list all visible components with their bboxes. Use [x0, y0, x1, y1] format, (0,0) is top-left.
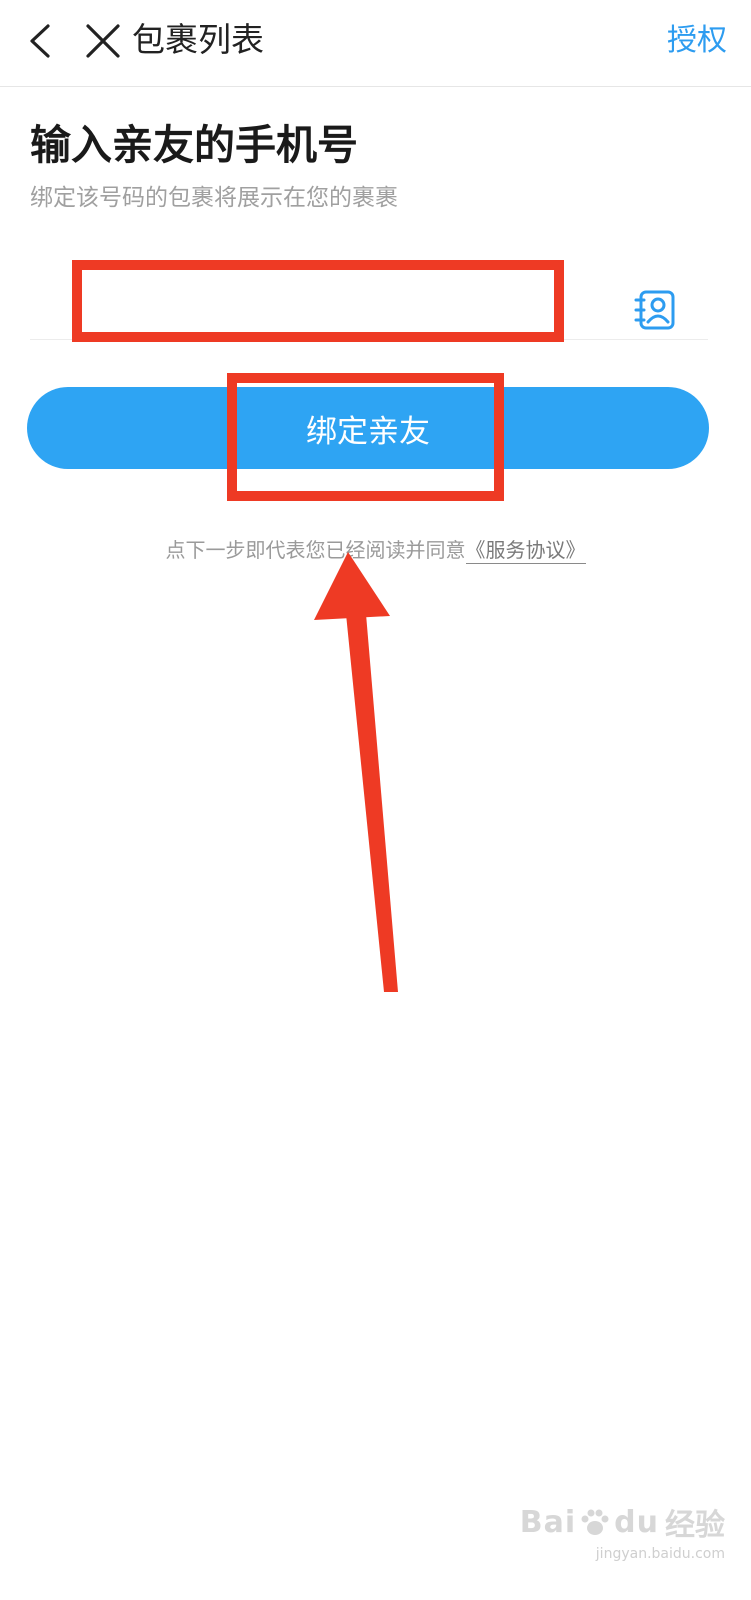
authorize-button[interactable]: 授权 — [667, 18, 727, 64]
service-agreement-link[interactable]: 《服务协议》 — [465, 538, 586, 564]
page-subtitle: 绑定该号码的包裹将展示在您的裹裹 — [30, 185, 398, 211]
close-button[interactable] — [80, 18, 126, 64]
close-icon — [86, 24, 120, 58]
back-button[interactable] — [22, 18, 62, 64]
chevron-left-icon — [30, 24, 50, 58]
page-heading: 输入亲友的手机号 — [30, 121, 358, 169]
contact-book-icon — [634, 290, 675, 330]
annotation-arrow — [314, 552, 398, 992]
watermark-logo: Bai du 经验 — [520, 1500, 725, 1544]
watermark-logo-right: du — [614, 1504, 659, 1540]
watermark-logo-left: Bai — [519, 1504, 577, 1540]
contacts-button[interactable] — [632, 286, 680, 334]
baidu-watermark: Bai du 经验 jingyan.baidu.com — [520, 1500, 725, 1563]
annotation-box-button — [227, 373, 504, 501]
nav-bar: 包裹列表 授权 — [0, 0, 751, 87]
nav-title: 包裹列表 — [132, 20, 264, 59]
annotation-box-input — [72, 260, 564, 342]
watermark-url: jingyan.baidu.com — [595, 1546, 725, 1562]
watermark-logo-cn: 经验 — [665, 1508, 725, 1543]
paw-icon — [581, 1509, 609, 1535]
